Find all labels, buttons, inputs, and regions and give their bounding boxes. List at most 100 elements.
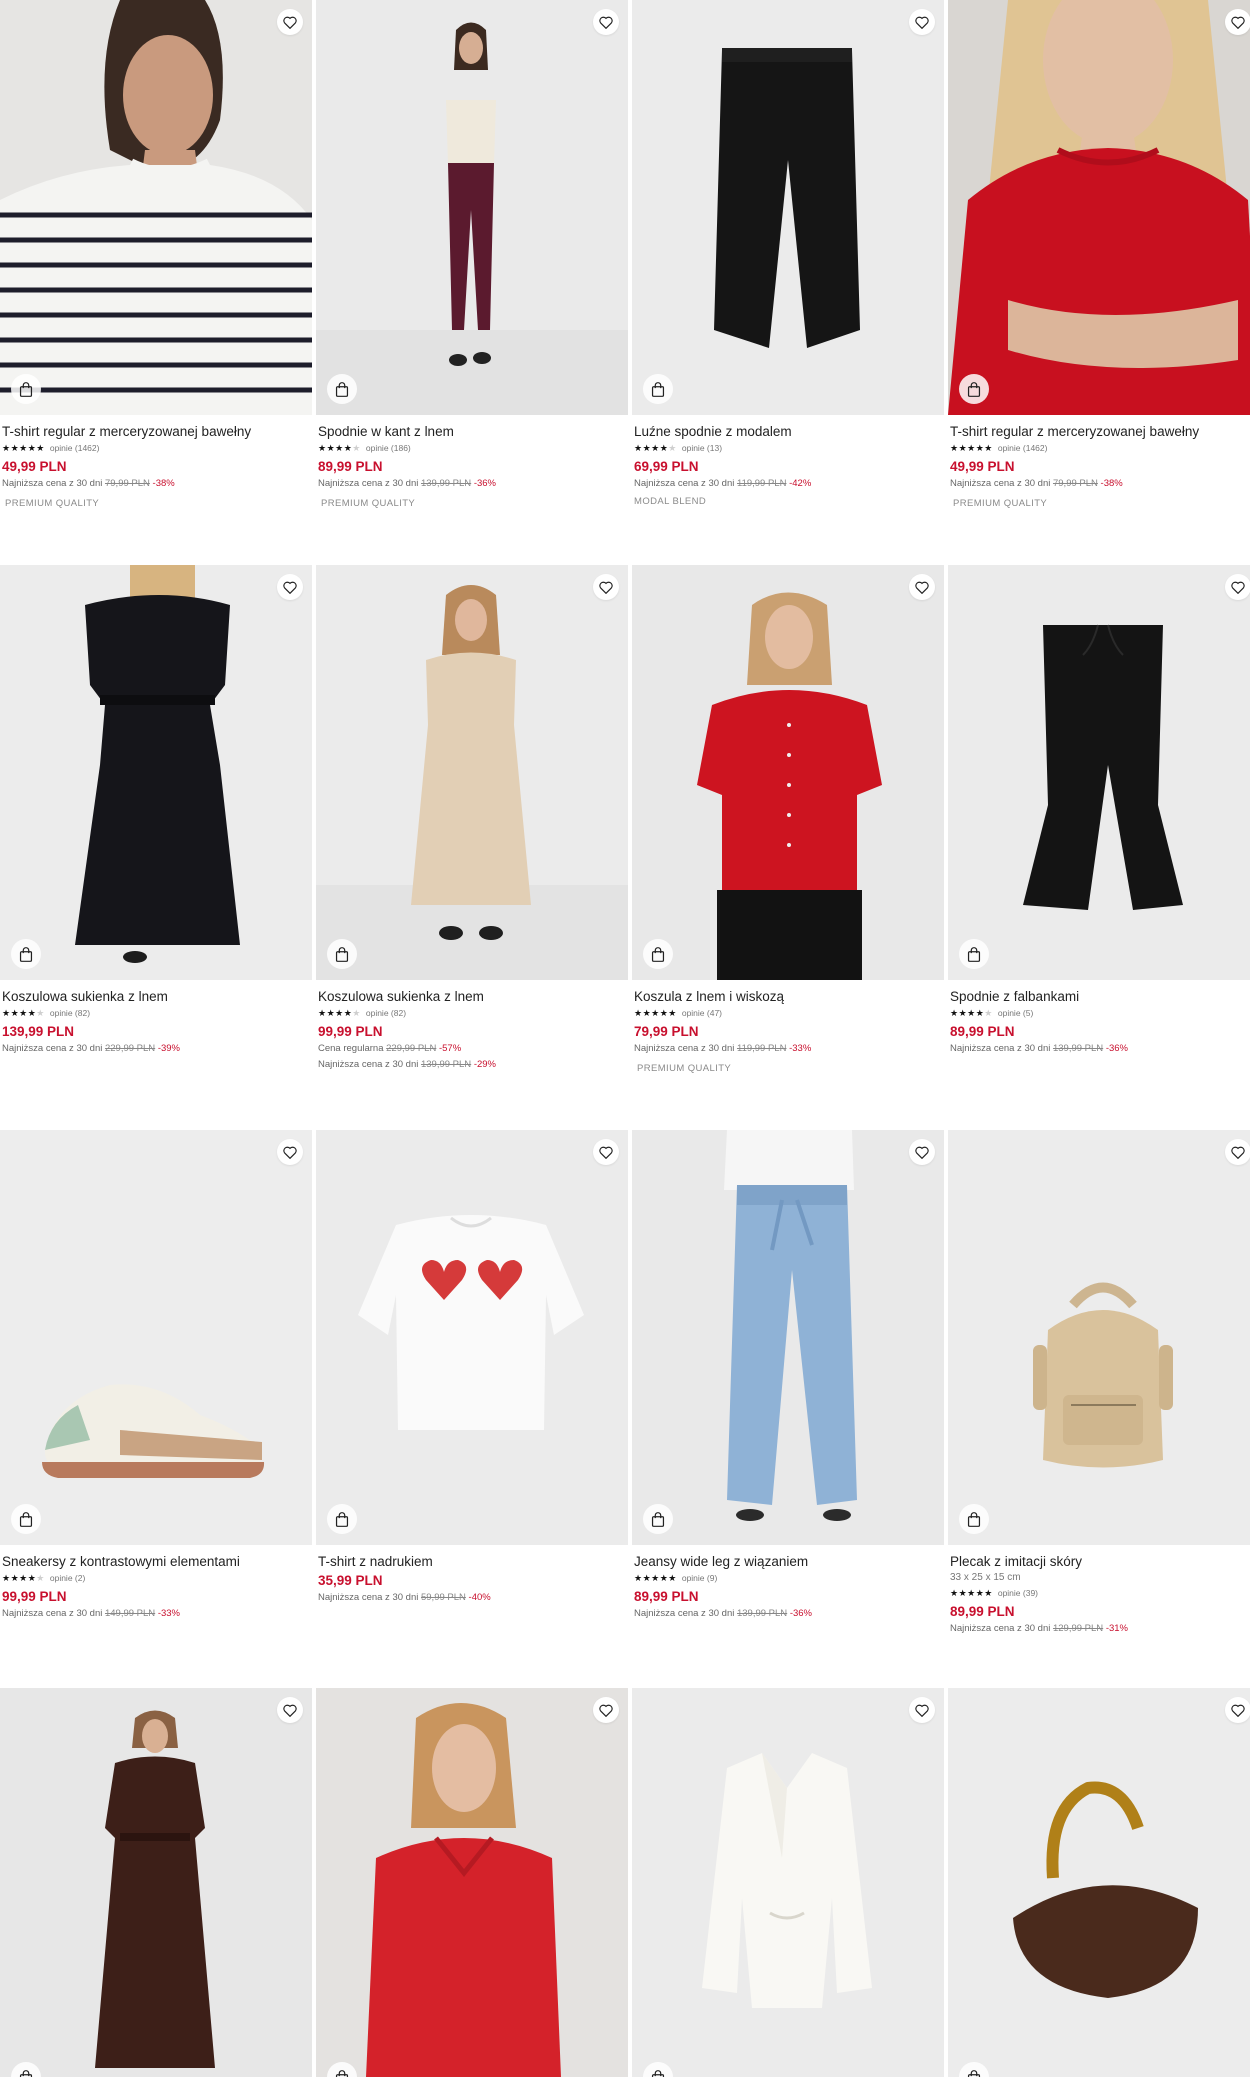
- add-to-cart-button[interactable]: [11, 939, 41, 969]
- review-count[interactable]: opinie (5): [998, 1006, 1033, 1021]
- lowest-price-note: Najniższa cena z 30 dni 79,99 PLN -38%: [2, 478, 175, 489]
- favorite-button[interactable]: [277, 1139, 303, 1165]
- star-rating-icon: ★★★★★: [950, 443, 993, 453]
- favorite-button[interactable]: [593, 574, 619, 600]
- favorite-button[interactable]: [909, 574, 935, 600]
- product-card[interactable]: Spodnie z falbankami ★★★★★ opinie (5) 89,…: [948, 565, 1250, 1057]
- product-card[interactable]: Koszulowa sukienka z lnem ★★★★★ opinie (8…: [316, 565, 628, 1073]
- product-card[interactable]: Sneakersy z kontrastowymi elementami ★★★…: [0, 1130, 312, 1622]
- product-name[interactable]: Plecak z imitacji skóry: [950, 1553, 1250, 1570]
- add-to-cart-button[interactable]: [959, 1504, 989, 1534]
- product-card[interactable]: [0, 1688, 312, 2077]
- product-name[interactable]: Jeansy wide leg z wiązaniem: [634, 1553, 942, 1570]
- review-count[interactable]: opinie (2): [50, 1571, 85, 1586]
- star-rating-icon: ★★★★★: [634, 1008, 677, 1018]
- shopping-bag-icon: [651, 381, 665, 397]
- star-rating-icon: ★★★★★: [2, 1008, 45, 1018]
- favorite-button[interactable]: [277, 1697, 303, 1723]
- product-card[interactable]: Jeansy wide leg z wiązaniem ★★★★★ opinie …: [632, 1130, 944, 1622]
- product-image[interactable]: [948, 0, 1250, 415]
- shopping-bag-icon: [651, 1511, 665, 1527]
- favorite-button[interactable]: [909, 9, 935, 35]
- star-rating-icon: ★★★★★: [2, 443, 45, 453]
- product-image[interactable]: [948, 565, 1250, 980]
- add-to-cart-button[interactable]: [959, 939, 989, 969]
- product-card[interactable]: [632, 1688, 944, 2077]
- product-card[interactable]: T-shirt regular z merceryzowanej bawełny…: [948, 0, 1250, 511]
- product-card[interactable]: Koszulowa sukienka z lnem ★★★★★ opinie (8…: [0, 565, 312, 1057]
- favorite-button[interactable]: [1225, 1139, 1250, 1165]
- product-price: 89,99 PLN: [950, 1024, 1015, 1039]
- review-count[interactable]: opinie (1462): [998, 441, 1048, 456]
- product-image[interactable]: [948, 1130, 1250, 1545]
- review-count[interactable]: opinie (9): [682, 1571, 717, 1586]
- product-card[interactable]: T-shirt z nadrukiem 35,99 PLN Najniższa …: [316, 1130, 628, 1606]
- product-image[interactable]: [0, 0, 312, 415]
- product-name[interactable]: Sneakersy z kontrastowymi elementami: [2, 1553, 310, 1570]
- product-image[interactable]: [0, 1130, 312, 1545]
- favorite-button[interactable]: [909, 1697, 935, 1723]
- product-image[interactable]: [316, 0, 628, 415]
- product-name[interactable]: T-shirt z nadrukiem: [318, 1553, 626, 1570]
- review-count[interactable]: opinie (13): [682, 441, 722, 456]
- heart-outline-icon: [1231, 581, 1245, 594]
- add-to-cart-button[interactable]: [643, 374, 673, 404]
- add-to-cart-button[interactable]: [643, 939, 673, 969]
- review-count[interactable]: opinie (82): [366, 1006, 406, 1021]
- product-image[interactable]: [632, 1130, 944, 1545]
- add-to-cart-button[interactable]: [11, 1504, 41, 1534]
- product-card[interactable]: T-shirt regular z merceryzowanej bawełny…: [0, 0, 312, 511]
- product-name[interactable]: Koszula z lnem i wiskozą: [634, 988, 942, 1005]
- product-card[interactable]: Plecak z imitacji skóry 33 x 25 x 15 cm …: [948, 1130, 1250, 1637]
- product-name[interactable]: T-shirt regular z merceryzowanej bawełny: [950, 423, 1250, 440]
- product-name[interactable]: Koszulowa sukienka z lnem: [318, 988, 626, 1005]
- lowest-price-note: Najniższa cena z 30 dni 119,99 PLN -42%: [634, 478, 812, 489]
- product-name[interactable]: Luźne spodnie z modalem: [634, 423, 942, 440]
- favorite-button[interactable]: [277, 574, 303, 600]
- product-name[interactable]: Spodnie w kant z lnem: [318, 423, 626, 440]
- product-image[interactable]: [632, 1688, 944, 2077]
- product-image[interactable]: [316, 565, 628, 980]
- review-count[interactable]: opinie (186): [366, 441, 411, 456]
- review-count[interactable]: opinie (82): [50, 1006, 90, 1021]
- product-card[interactable]: Luźne spodnie z modalem ★★★★★ opinie (13)…: [632, 0, 944, 509]
- product-card[interactable]: Spodnie w kant z lnem ★★★★★ opinie (186) …: [316, 0, 628, 511]
- review-count[interactable]: opinie (47): [682, 1006, 722, 1021]
- favorite-button[interactable]: [909, 1139, 935, 1165]
- product-name[interactable]: Spodnie z falbankami: [950, 988, 1250, 1005]
- product-image[interactable]: [316, 1688, 628, 2077]
- add-to-cart-button[interactable]: [327, 374, 357, 404]
- product-card[interactable]: [316, 1688, 628, 2077]
- favorite-button[interactable]: [593, 1697, 619, 1723]
- heart-outline-icon: [599, 1704, 613, 1717]
- product-image[interactable]: [0, 565, 312, 980]
- review-count[interactable]: opinie (1462): [50, 441, 100, 456]
- product-image[interactable]: [316, 1130, 628, 1545]
- favorite-button[interactable]: [1225, 574, 1250, 600]
- review-count[interactable]: opinie (39): [998, 1586, 1038, 1601]
- favorite-button[interactable]: [1225, 1697, 1250, 1723]
- favorite-button[interactable]: [277, 9, 303, 35]
- favorite-button[interactable]: [1225, 9, 1250, 35]
- shopping-bag-icon: [335, 2069, 349, 2077]
- favorite-button[interactable]: [593, 9, 619, 35]
- add-to-cart-button[interactable]: [327, 1504, 357, 1534]
- product-card[interactable]: Koszula z lnem i wiskozą ★★★★★ opinie (47…: [632, 565, 944, 1076]
- product-image[interactable]: [632, 565, 944, 980]
- add-to-cart-button[interactable]: [11, 374, 41, 404]
- product-grid: T-shirt regular z merceryzowanej bawełny…: [0, 0, 1250, 2077]
- product-image[interactable]: [632, 0, 944, 415]
- product-tag: PREMIUM QUALITY: [637, 1063, 732, 1074]
- add-to-cart-button[interactable]: [959, 374, 989, 404]
- product-name[interactable]: Koszulowa sukienka z lnem: [2, 988, 310, 1005]
- lowest-price-note: Najniższa cena z 30 dni 139,99 PLN -36%: [950, 1043, 1128, 1054]
- product-image[interactable]: [948, 1688, 1250, 2077]
- shopping-bag-icon: [335, 1511, 349, 1527]
- add-to-cart-button[interactable]: [643, 1504, 673, 1534]
- product-card[interactable]: [948, 1688, 1250, 2077]
- product-name[interactable]: T-shirt regular z merceryzowanej bawełny: [2, 423, 310, 440]
- add-to-cart-button[interactable]: [327, 939, 357, 969]
- shopping-bag-icon: [19, 2069, 33, 2077]
- favorite-button[interactable]: [593, 1139, 619, 1165]
- product-image[interactable]: [0, 1688, 312, 2077]
